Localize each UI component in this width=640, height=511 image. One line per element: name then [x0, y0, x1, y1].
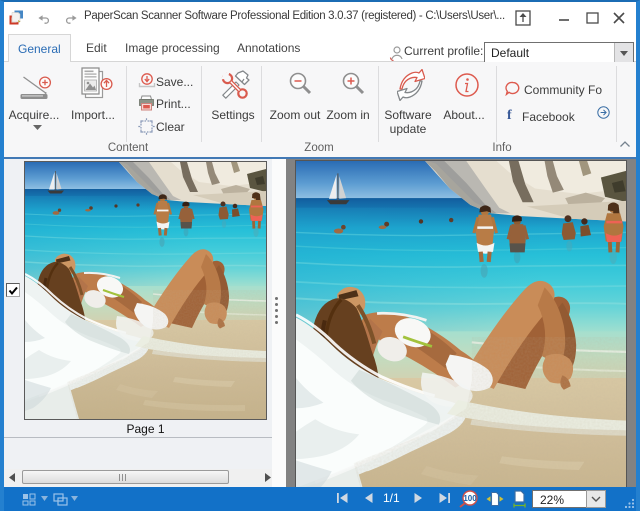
svg-text:100: 100	[463, 494, 477, 503]
